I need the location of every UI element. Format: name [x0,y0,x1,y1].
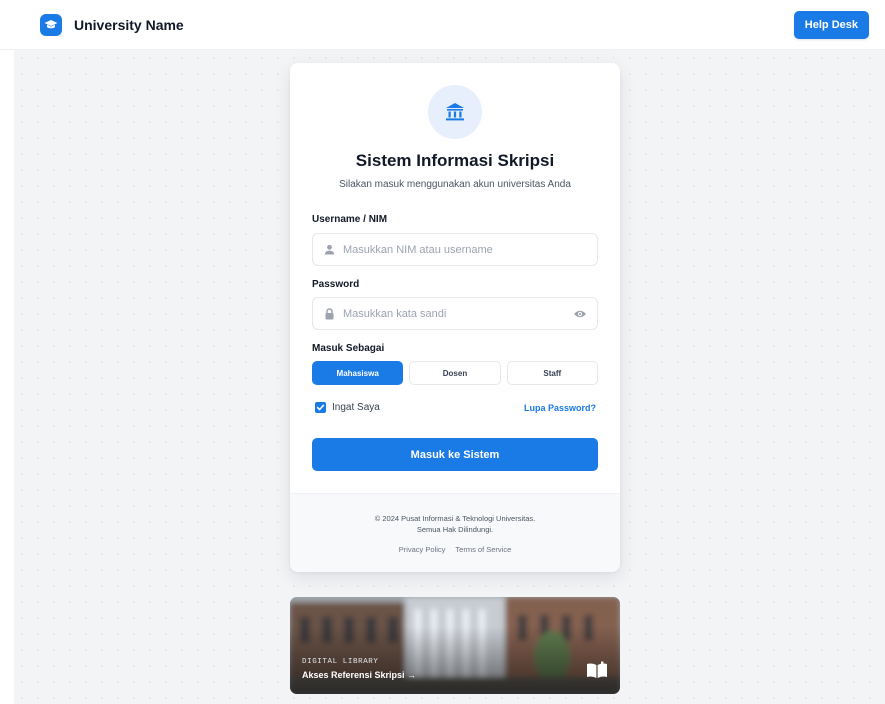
login-card: Sistem Informasi Skripsi Silakan masuk m… [290,63,620,572]
library-eyebrow: DIGITAL LIBRARY [302,658,379,666]
password-label: Password [312,279,360,290]
role-selector: Mahasiswa Dosen Staff [312,361,598,385]
help-desk-button[interactable]: Help Desk [793,10,869,39]
page-subtitle: Silakan masuk menggunakan akun universit… [339,179,571,190]
password-input[interactable] [343,307,567,320]
remember-me[interactable]: Ingat Saya [315,402,380,413]
copyright-text: © 2024 Pusat Informasi & Teknologi Unive… [290,513,620,535]
remember-checkbox[interactable] [315,402,326,413]
privacy-policy-link[interactable]: Privacy Policy [399,545,446,554]
copyright-line-2: Semua Hak Dilindungi. [416,525,494,534]
library-link[interactable]: Akses Referensi Skripsi → [302,670,416,680]
terms-of-service-link[interactable]: Terms of Service [455,545,511,554]
role-label: Masuk Sebagai [312,343,385,354]
open-book-icon [587,661,607,678]
username-label: Username / NIM [312,214,388,225]
password-field[interactable] [312,297,598,330]
user-icon [323,244,335,256]
brand-name: University Name [74,16,184,33]
digital-library-banner[interactable]: DIGITAL LIBRARY Akses Referensi Skripsi … [290,597,620,694]
username-input[interactable] [343,243,587,256]
footer-links: Privacy Policy Terms of Service [290,545,620,554]
top-bar: University Name Help Desk [0,0,885,50]
university-building-icon [428,85,482,139]
lock-icon [323,307,335,320]
remember-label: Ingat Saya [332,402,380,413]
page-title: Sistem Informasi Skripsi [355,151,555,170]
copyright-line-1: © 2024 Pusat Informasi & Teknologi Unive… [374,514,536,523]
login-submit-button[interactable]: Masuk ke Sistem [312,438,598,471]
role-option-mahasiswa[interactable]: Mahasiswa [312,361,404,385]
forgot-password-link[interactable]: Lupa Password? [524,403,596,413]
username-field[interactable] [312,233,598,266]
role-option-dosen[interactable]: Dosen [409,361,501,385]
role-option-staff[interactable]: Staff [506,361,598,385]
card-footer: © 2024 Pusat Informasi & Teknologi Unive… [290,493,620,572]
graduation-cap-icon [40,13,62,36]
brand[interactable]: University Name [40,13,184,36]
eye-icon[interactable] [573,307,587,321]
